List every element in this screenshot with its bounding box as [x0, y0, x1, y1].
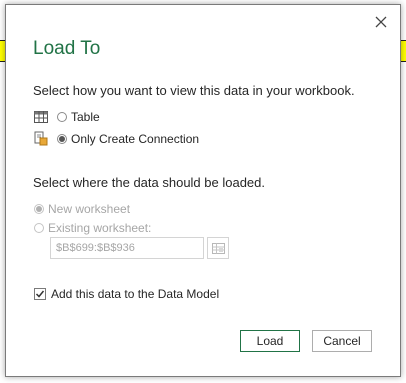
view-option-table[interactable]: Table	[34, 110, 100, 124]
existing-worksheet-radio[interactable]	[34, 223, 44, 233]
data-model-label: Add this data to the Data Model	[51, 287, 220, 301]
table-radio[interactable]	[57, 112, 67, 122]
view-option-connection[interactable]: Only Create Connection	[34, 131, 199, 146]
new-worksheet-label: New worksheet	[48, 202, 131, 216]
table-icon	[34, 111, 48, 123]
new-worksheet-radio[interactable]	[34, 204, 44, 214]
range-reference-input[interactable]	[50, 237, 204, 259]
connection-radio[interactable]	[57, 133, 67, 144]
location-option-new-worksheet[interactable]: New worksheet	[34, 202, 130, 216]
connection-option-label: Only Create Connection	[71, 131, 200, 146]
location-option-existing-worksheet[interactable]: Existing worksheet:	[34, 221, 151, 235]
load-button[interactable]: Load	[240, 330, 300, 352]
range-select-icon	[211, 242, 225, 254]
close-button[interactable]	[370, 11, 392, 33]
checkmark-icon	[35, 290, 45, 298]
data-model-option[interactable]: Add this data to the Data Model	[34, 287, 219, 301]
connection-icon	[34, 131, 48, 146]
close-icon	[375, 16, 387, 28]
table-option-label: Table	[71, 110, 100, 124]
dialog-title: Load To	[33, 38, 101, 59]
data-model-checkbox[interactable]	[34, 288, 46, 300]
range-picker-button[interactable]	[207, 237, 229, 259]
location-prompt: Select where the data should be loaded.	[33, 175, 266, 190]
existing-worksheet-label: Existing worksheet:	[48, 221, 152, 235]
load-to-dialog: Load To Select how you want to view this…	[5, 4, 401, 377]
cancel-button[interactable]: Cancel	[312, 330, 372, 352]
view-prompt: Select how you want to view this data in…	[33, 83, 355, 98]
